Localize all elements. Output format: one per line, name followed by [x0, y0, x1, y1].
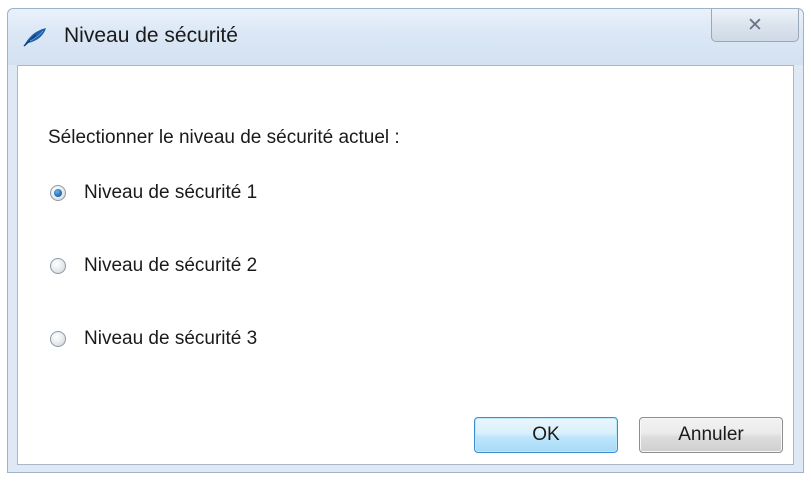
radio-button-1[interactable] — [50, 185, 66, 201]
window-title: Niveau de sécurité — [64, 24, 238, 47]
dialog-body: Sélectionner le niveau de sécurité actue… — [17, 65, 794, 465]
radio-label-1: Niveau de sécurité 1 — [84, 182, 258, 203]
title-bar[interactable]: Niveau de sécurité ✕ — [8, 9, 803, 65]
prompt-label: Sélectionner le niveau de sécurité actue… — [48, 127, 400, 148]
radio-button-2[interactable] — [50, 258, 66, 274]
ok-button[interactable]: OK — [474, 417, 618, 453]
radio-button-3[interactable] — [50, 331, 66, 347]
feather-icon — [22, 26, 48, 48]
radio-label-2: Niveau de sécurité 2 — [84, 255, 258, 276]
close-icon: ✕ — [747, 15, 763, 36]
radio-label-3: Niveau de sécurité 3 — [84, 328, 258, 349]
radio-option-3[interactable]: Niveau de sécurité 3 — [50, 324, 257, 354]
cancel-button[interactable]: Annuler — [639, 417, 783, 453]
radio-option-1[interactable]: Niveau de sécurité 1 — [50, 178, 257, 208]
dialog-window: Niveau de sécurité ✕ Sélectionner le niv… — [7, 8, 804, 473]
radio-option-2[interactable]: Niveau de sécurité 2 — [50, 251, 257, 281]
close-button[interactable]: ✕ — [711, 9, 799, 42]
